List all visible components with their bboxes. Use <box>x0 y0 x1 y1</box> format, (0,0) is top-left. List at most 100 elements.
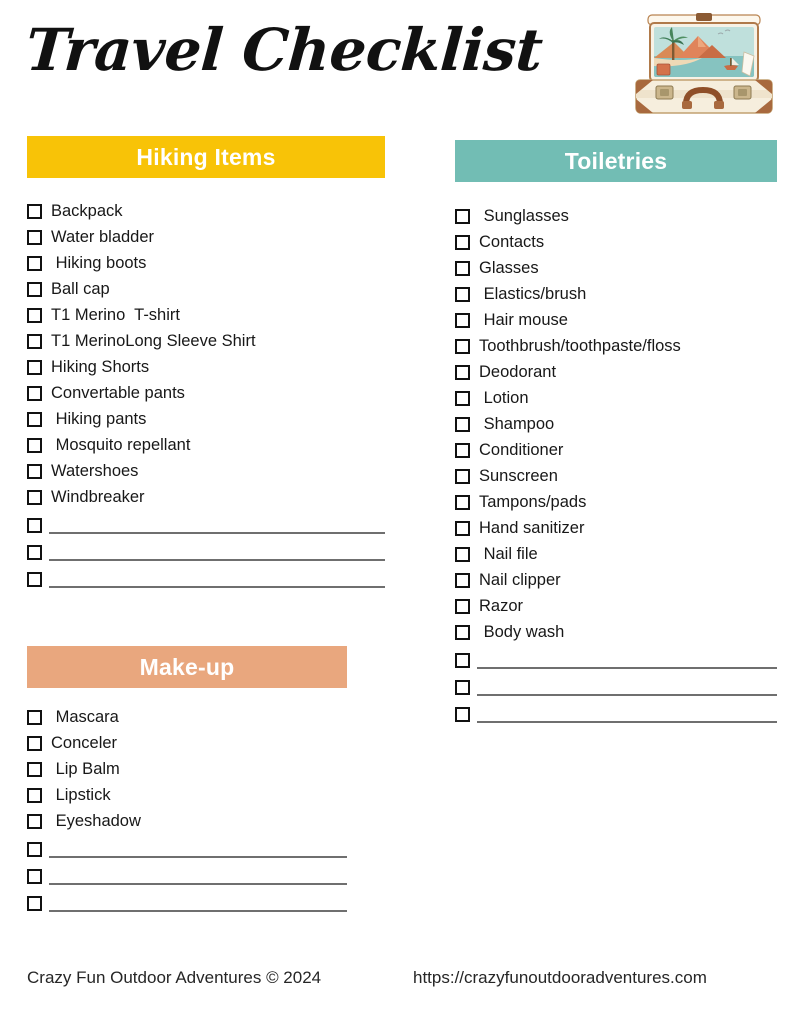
checkbox-icon[interactable] <box>455 468 470 484</box>
checkbox-icon[interactable] <box>455 260 470 276</box>
makeup-write-in-row[interactable] <box>27 836 347 863</box>
checkbox-icon[interactable] <box>27 572 42 587</box>
toiletries-item[interactable]: Shampoo <box>455 411 777 437</box>
checkbox-icon[interactable] <box>27 385 42 401</box>
toiletries-item[interactable]: Contacts <box>455 229 777 255</box>
checkbox-icon[interactable] <box>455 364 470 380</box>
checkbox-icon[interactable] <box>455 390 470 406</box>
checkbox-icon[interactable] <box>27 307 42 323</box>
checkbox-icon[interactable] <box>27 437 42 453</box>
makeup-write-in-line[interactable] <box>49 855 347 858</box>
checkbox-icon[interactable] <box>455 234 470 250</box>
hiking-item[interactable]: Mosquito repellant <box>27 432 385 458</box>
checkbox-icon[interactable] <box>455 572 470 588</box>
makeup-write-in-row[interactable] <box>27 890 347 917</box>
checkbox-icon[interactable] <box>27 229 42 245</box>
checkbox-icon[interactable] <box>455 653 470 668</box>
toiletries-item[interactable]: Razor <box>455 593 777 619</box>
hiking-item-label: Ball cap <box>51 279 110 298</box>
footer-website-url[interactable]: https://crazyfunoutdooradventures.com <box>413 968 707 988</box>
toiletries-item[interactable]: Glasses <box>455 255 777 281</box>
makeup-item[interactable]: Lipstick <box>27 782 347 808</box>
toiletries-write-in-line[interactable] <box>477 720 777 723</box>
hiking-write-in-row[interactable] <box>27 566 385 593</box>
checkbox-icon[interactable] <box>27 709 42 725</box>
checkbox-icon[interactable] <box>27 813 42 829</box>
checkbox-icon[interactable] <box>27 545 42 560</box>
hiking-write-in-row[interactable] <box>27 512 385 539</box>
hiking-item[interactable]: Convertable pants <box>27 380 385 406</box>
checkbox-icon[interactable] <box>27 518 42 533</box>
hiking-write-in-line[interactable] <box>49 558 385 561</box>
hiking-item[interactable]: T1 MerinoLong Sleeve Shirt <box>27 328 385 354</box>
hiking-item[interactable]: Watershoes <box>27 458 385 484</box>
checkbox-icon[interactable] <box>455 286 470 302</box>
makeup-item[interactable]: Mascara <box>27 704 347 730</box>
makeup-write-in-line[interactable] <box>49 909 347 912</box>
page-title: Travel Checklist <box>23 16 545 84</box>
checkbox-icon[interactable] <box>27 787 42 803</box>
toiletries-write-in-line[interactable] <box>477 666 777 669</box>
hiking-item[interactable]: Water bladder <box>27 224 385 250</box>
checkbox-icon[interactable] <box>27 463 42 479</box>
toiletries-item[interactable]: Body wash <box>455 619 777 645</box>
toiletries-item[interactable]: Hair mouse <box>455 307 777 333</box>
checkbox-icon[interactable] <box>455 416 470 432</box>
hiking-item[interactable]: Hiking Shorts <box>27 354 385 380</box>
toiletries-write-in-row[interactable] <box>455 647 777 674</box>
section-hiking-items: Hiking Items Backpack Water bladder Hikin… <box>27 136 385 593</box>
checkbox-icon[interactable] <box>455 680 470 695</box>
hiking-item[interactable]: Hiking boots <box>27 250 385 276</box>
checkbox-icon[interactable] <box>455 208 470 224</box>
toiletries-write-in-row[interactable] <box>455 674 777 701</box>
toiletries-item[interactable]: Lotion <box>455 385 777 411</box>
hiking-item[interactable]: T1 Merino T-shirt <box>27 302 385 328</box>
checkbox-icon[interactable] <box>455 624 470 640</box>
checkbox-icon[interactable] <box>455 494 470 510</box>
toiletries-item[interactable]: Sunglasses <box>455 203 777 229</box>
checkbox-icon[interactable] <box>455 520 470 536</box>
checkbox-icon[interactable] <box>27 869 42 884</box>
toiletries-item[interactable]: Sunscreen <box>455 463 777 489</box>
toiletries-item[interactable]: Tampons/pads <box>455 489 777 515</box>
hiking-item[interactable]: Backpack <box>27 198 385 224</box>
toiletries-item[interactable]: Hand sanitizer <box>455 515 777 541</box>
checkbox-icon[interactable] <box>27 281 42 297</box>
checkbox-icon[interactable] <box>27 842 42 857</box>
checkbox-icon[interactable] <box>455 546 470 562</box>
checkbox-icon[interactable] <box>27 735 42 751</box>
makeup-write-in-line[interactable] <box>49 882 347 885</box>
hiking-item[interactable]: Windbreaker <box>27 484 385 510</box>
hiking-write-in-line[interactable] <box>49 585 385 588</box>
makeup-item[interactable]: Conceler <box>27 730 347 756</box>
makeup-item[interactable]: Eyeshadow <box>27 808 347 834</box>
toiletries-item[interactable]: Nail clipper <box>455 567 777 593</box>
checkbox-icon[interactable] <box>27 203 42 219</box>
hiking-write-in-row[interactable] <box>27 539 385 566</box>
hiking-write-in-line[interactable] <box>49 531 385 534</box>
checkbox-icon[interactable] <box>27 255 42 271</box>
makeup-item[interactable]: Lip Balm <box>27 756 347 782</box>
checkbox-icon[interactable] <box>455 707 470 722</box>
toiletries-write-in-row[interactable] <box>455 701 777 728</box>
toiletries-item[interactable]: Toothbrush/toothpaste/floss <box>455 333 777 359</box>
toiletries-item[interactable]: Elastics/brush <box>455 281 777 307</box>
checkbox-icon[interactable] <box>455 598 470 614</box>
checkbox-icon[interactable] <box>27 333 42 349</box>
toiletries-item[interactable]: Nail file <box>455 541 777 567</box>
checkbox-icon[interactable] <box>455 312 470 328</box>
checkbox-icon[interactable] <box>27 411 42 427</box>
makeup-write-in-row[interactable] <box>27 863 347 890</box>
toiletries-item[interactable]: Conditioner <box>455 437 777 463</box>
checkbox-icon[interactable] <box>455 338 470 354</box>
hiking-item[interactable]: Hiking pants <box>27 406 385 432</box>
checkbox-icon[interactable] <box>455 442 470 458</box>
toiletries-write-in-line[interactable] <box>477 693 777 696</box>
checkbox-icon[interactable] <box>27 761 42 777</box>
hiking-item-label: Watershoes <box>51 461 139 480</box>
checkbox-icon[interactable] <box>27 359 42 375</box>
checkbox-icon[interactable] <box>27 896 42 911</box>
checkbox-icon[interactable] <box>27 489 42 505</box>
toiletries-item[interactable]: Deodorant <box>455 359 777 385</box>
hiking-item[interactable]: Ball cap <box>27 276 385 302</box>
